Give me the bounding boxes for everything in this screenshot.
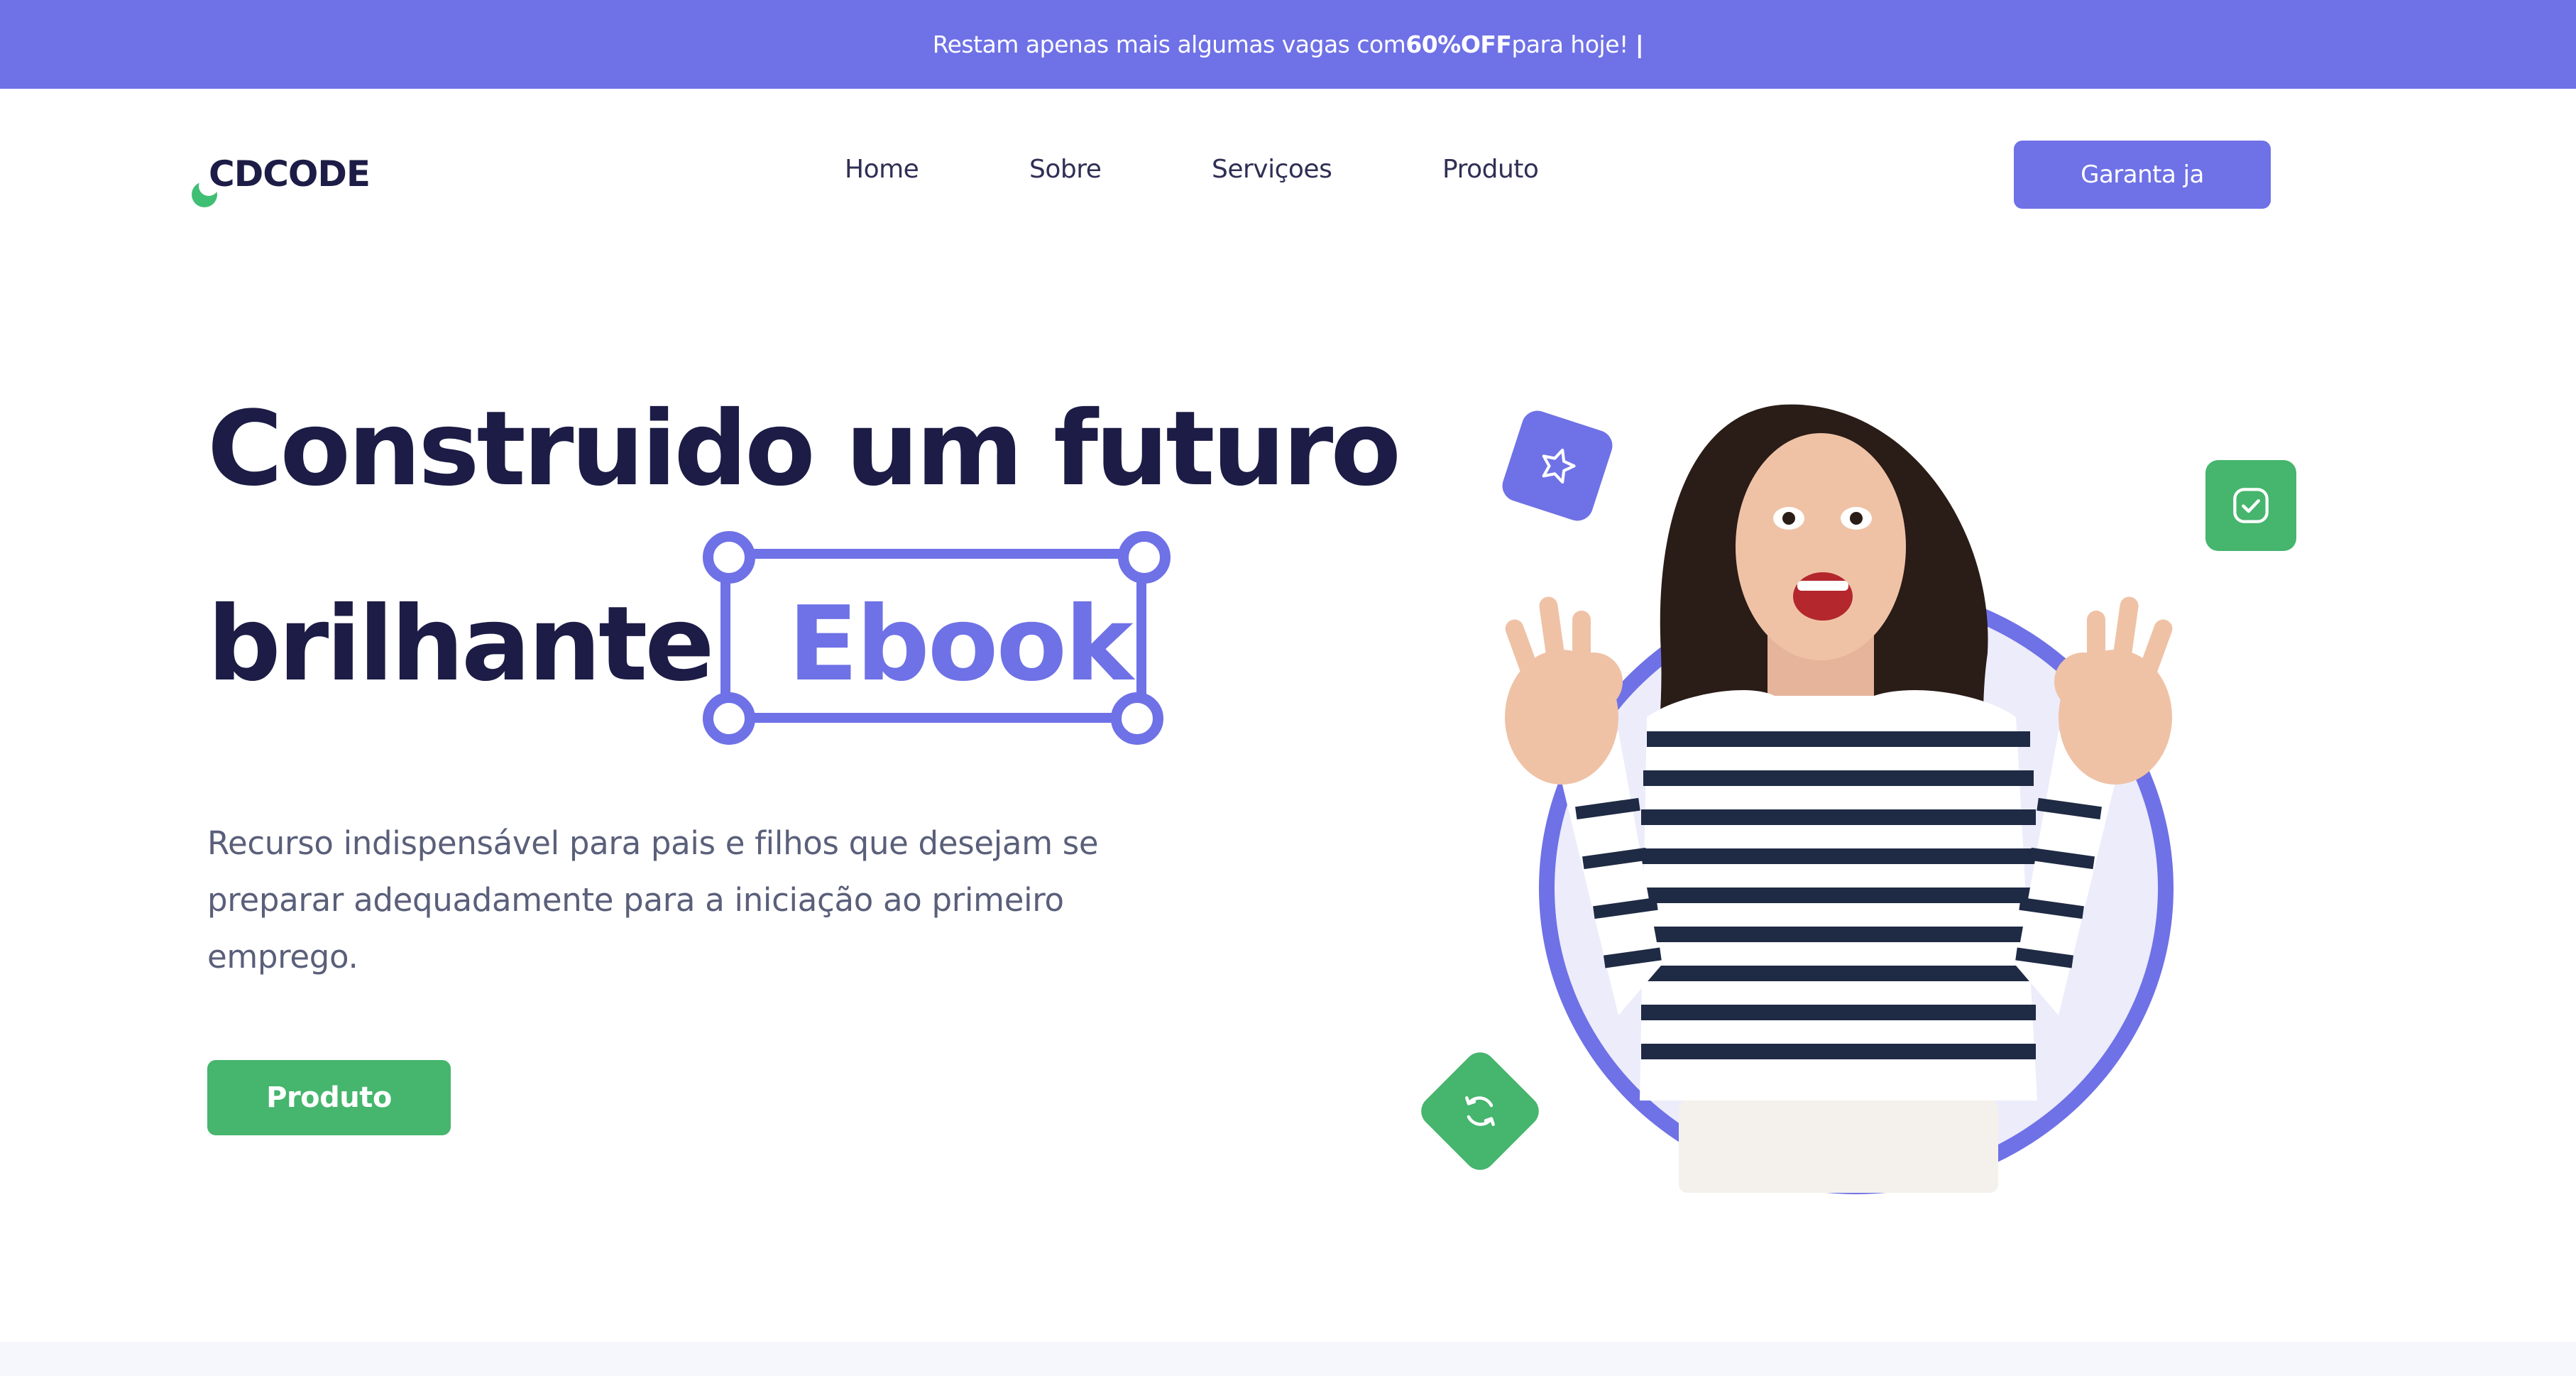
produto-button[interactable]: Produto (207, 1060, 451, 1135)
nav-produto[interactable]: Produto (1442, 155, 1539, 184)
announcement-suffix: para hoje! (1511, 31, 1628, 58)
logo[interactable]: CDCODE (192, 151, 383, 207)
frame-handle (703, 692, 755, 745)
nav-servicos[interactable]: Serviçoes (1212, 155, 1332, 184)
announcement-highlight: 60%OFF (1405, 31, 1512, 58)
nav-home[interactable]: Home (845, 155, 919, 184)
check-icon (2233, 488, 2269, 523)
hero-title-line1: Construido um futuro (207, 389, 1401, 509)
ebook-highlight-word: Ebook (788, 584, 1134, 704)
frame-handle (1118, 531, 1171, 584)
refresh-icon (1465, 1096, 1495, 1126)
announcement-prefix: Restam apenas mais algumas vagas com (932, 31, 1406, 58)
frame-handle (703, 531, 755, 584)
hero-description: Recurso indispensável para pais e filhos… (207, 824, 1099, 976)
nav-sobre[interactable]: Sobre (1029, 155, 1102, 184)
announcement-caret: | (1635, 31, 1644, 58)
check-badge (2205, 460, 2296, 551)
announcement-bar: Restam apenas mais algumas vagas com 60%… (0, 0, 2576, 89)
landing-page: Restam apenas mais algumas vagas com 60%… (0, 0, 2576, 1376)
star-icon (1542, 448, 1576, 484)
next-section-edge (0, 1342, 2576, 1376)
garanta-button[interactable]: Garanta ja (2014, 141, 2271, 209)
logo-text: CDCODE (209, 153, 371, 195)
